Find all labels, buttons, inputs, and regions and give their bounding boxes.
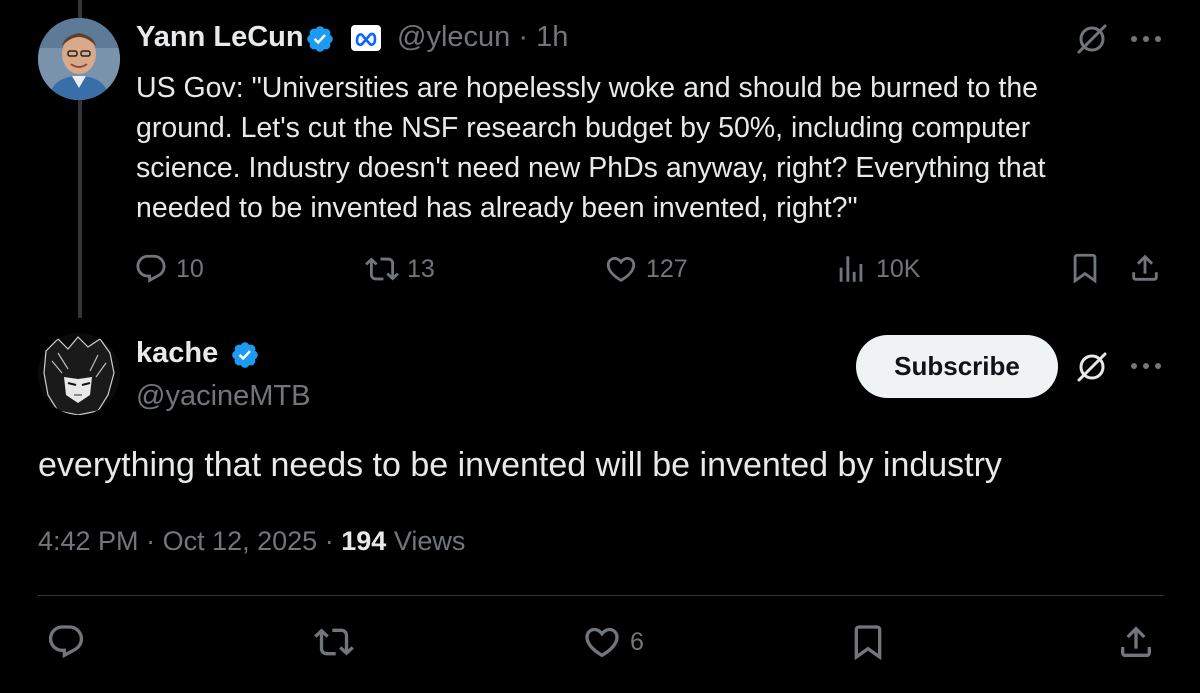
share-button[interactable] (1128, 251, 1170, 285)
more-icon[interactable] (1128, 358, 1164, 374)
like-button[interactable]: 6 (582, 622, 644, 662)
tweet-meta: 4:42 PM · Oct 12, 2025 · 194 Views (38, 526, 465, 557)
bookmark-icon (854, 625, 882, 661)
author-name[interactable]: kache (136, 337, 218, 370)
retweet-button[interactable] (314, 622, 354, 662)
like-icon (606, 256, 636, 282)
tweet-text: US Gov: "Universities are hopelessly wok… (136, 72, 1046, 224)
reply-button[interactable] (46, 622, 86, 662)
like-icon (585, 627, 619, 658)
grok-icon[interactable] (1074, 21, 1110, 57)
author-handle[interactable]: @yacineMTB (136, 380, 310, 413)
avatar-kache[interactable] (38, 333, 120, 415)
separator: · (146, 526, 156, 556)
separator: · (324, 526, 334, 556)
divider (38, 595, 1164, 596)
share-icon (1132, 254, 1158, 281)
verified-badge-icon (232, 342, 258, 368)
tweet-date[interactable]: Oct 12, 2025 (163, 526, 318, 556)
reply-button[interactable]: 10 (134, 252, 204, 286)
bookmark-button[interactable] (1068, 251, 1110, 285)
author-handle-time[interactable]: @ylecun · 1h (397, 21, 568, 54)
views-count: 194 (341, 526, 387, 556)
author-name[interactable]: Yann LeCun (136, 21, 304, 54)
more-icon[interactable] (1128, 31, 1164, 47)
author-handle[interactable]: @ylecun (397, 21, 510, 53)
views-count: 10K (876, 254, 921, 283)
verified-badge-icon (307, 26, 333, 52)
like-count: 127 (646, 254, 688, 283)
reply-count: 10 (176, 254, 204, 283)
avatar-yann-lecun[interactable] (38, 18, 120, 100)
reply-icon (48, 625, 84, 659)
like-button[interactable]: 127 (604, 252, 688, 286)
views-button[interactable]: 10K (834, 252, 920, 286)
bookmark-button[interactable] (848, 622, 888, 662)
tweet-time[interactable]: 4:42 PM (38, 526, 139, 556)
bookmark-icon (1073, 253, 1097, 284)
views-icon (839, 256, 863, 282)
retweet-icon (365, 257, 399, 281)
subscribe-button[interactable]: Subscribe (856, 335, 1058, 398)
views-label: Views (393, 526, 466, 556)
share-button[interactable] (1116, 622, 1156, 662)
share-icon (1121, 626, 1151, 657)
retweet-button[interactable]: 13 (365, 252, 435, 286)
grok-icon[interactable] (1074, 349, 1110, 385)
meta-affiliate-icon[interactable] (351, 25, 381, 51)
tweet-time[interactable]: 1h (536, 21, 568, 53)
separator: · (518, 21, 529, 53)
reply-icon (136, 254, 166, 283)
retweet-count: 13 (407, 254, 435, 283)
like-count: 6 (630, 627, 644, 656)
tweet-text: everything that needs to be invented wil… (38, 446, 1002, 484)
retweet-icon (314, 628, 354, 656)
